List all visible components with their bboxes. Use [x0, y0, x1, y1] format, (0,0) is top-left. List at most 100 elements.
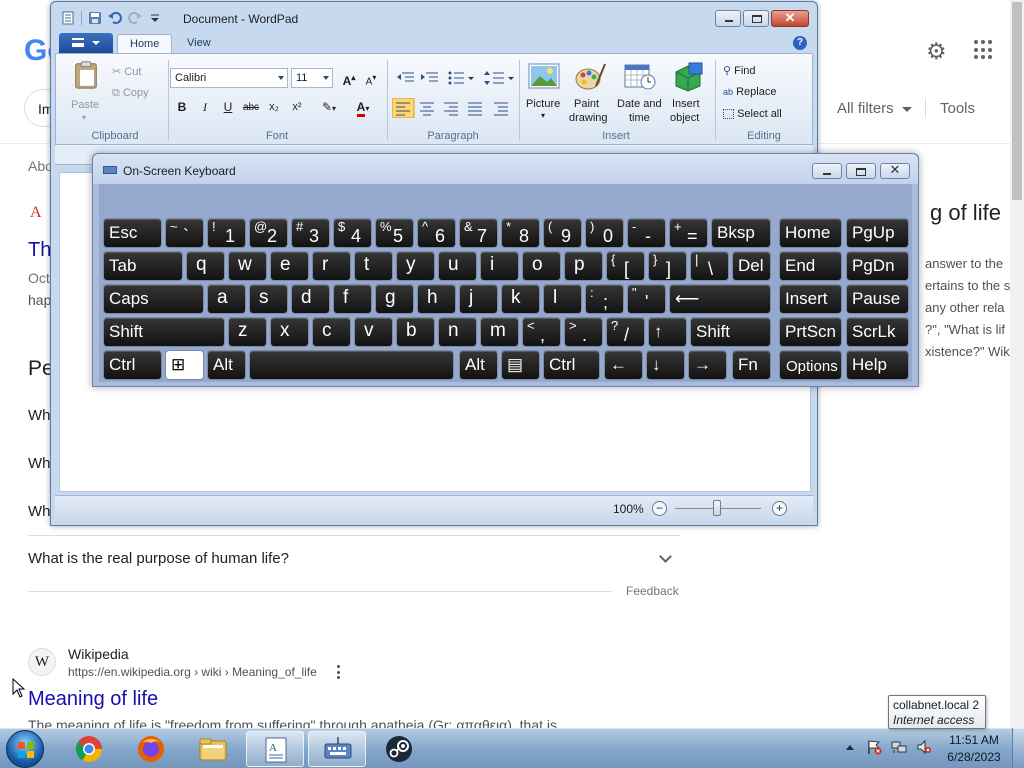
find-button[interactable]: ⚲ Find	[723, 64, 756, 77]
superscript-button[interactable]: x²	[287, 98, 307, 117]
network-icon[interactable]	[891, 739, 907, 755]
key-symbol-0-12[interactable]: --	[627, 218, 666, 248]
key-insert[interactable]: Insert	[779, 284, 842, 314]
key-symbol-2-12[interactable]: ⟵	[669, 284, 771, 314]
feedback-link[interactable]: Feedback	[626, 584, 679, 598]
key-p[interactable]: p	[564, 251, 603, 281]
key-x[interactable]: x	[270, 317, 309, 347]
key-3[interactable]: #3	[291, 218, 330, 248]
result-title-partial[interactable]: Th	[28, 239, 51, 262]
show-desktop-button[interactable]	[1012, 728, 1024, 768]
key-8[interactable]: * 8	[501, 218, 540, 248]
tab-home[interactable]: Home	[117, 34, 173, 54]
redo-icon[interactable]	[128, 11, 142, 25]
zoom-slider-thumb[interactable]	[713, 500, 721, 516]
taskbar-explorer[interactable]	[184, 731, 242, 767]
key-t[interactable]: t	[354, 251, 393, 281]
zoom-in-button[interactable]: +	[772, 501, 787, 516]
osk-titlebar[interactable]: On-Screen Keyboard ✕	[93, 154, 918, 184]
key-symbol-0-1[interactable]: ~ `	[165, 218, 204, 248]
text-color-button[interactable]: A▾	[348, 98, 378, 117]
underline-button[interactable]: U	[218, 98, 238, 117]
key-fn[interactable]: Fn	[732, 350, 771, 380]
minimize-button[interactable]	[715, 10, 741, 27]
start-button[interactable]	[6, 730, 44, 768]
key-caps[interactable]: Caps	[103, 284, 204, 314]
picture-icon[interactable]	[528, 62, 560, 92]
bold-button[interactable]: B	[172, 98, 192, 117]
key-j[interactable]: j	[459, 284, 498, 314]
file-menu-button[interactable]	[59, 33, 113, 53]
paint-drawing-label[interactable]: Paint	[574, 98, 599, 110]
key-alt[interactable]: Alt	[207, 350, 246, 380]
strikethrough-button[interactable]: abc	[241, 98, 261, 117]
taskbar-steam[interactable]	[370, 731, 428, 767]
replace-button[interactable]: ab Replace	[723, 86, 776, 98]
key-tab[interactable]: Tab	[103, 251, 183, 281]
key-scrlk[interactable]: ScrLk	[846, 317, 909, 347]
taskbar-wordpad[interactable]: A	[246, 731, 304, 767]
save-icon[interactable]	[88, 11, 102, 25]
help-icon[interactable]: ?	[793, 36, 807, 50]
key-s[interactable]: s	[249, 284, 288, 314]
apps-grid-icon[interactable]	[974, 40, 994, 60]
insert-object-label[interactable]: Insert	[672, 98, 700, 110]
result-url[interactable]: https://en.wikipedia.org › wiki › Meanin…	[68, 665, 317, 679]
key-k[interactable]: k	[501, 284, 540, 314]
key-d[interactable]: d	[291, 284, 330, 314]
font-family-select[interactable]: Calibri	[170, 68, 288, 88]
key-h[interactable]: h	[417, 284, 456, 314]
undo-icon[interactable]	[108, 11, 122, 25]
result-site-name[interactable]: Wikipedia	[68, 646, 129, 662]
taskbar-chrome[interactable]	[60, 731, 118, 767]
question-partial[interactable]: Wh	[28, 503, 51, 520]
key-q[interactable]: q	[186, 251, 225, 281]
key-g[interactable]: g	[375, 284, 414, 314]
caret-down-icon[interactable]: ▾	[541, 111, 545, 120]
tools-button[interactable]: Tools	[940, 100, 975, 117]
key-0[interactable]: ) 0	[585, 218, 624, 248]
minimize-button[interactable]	[812, 163, 842, 179]
clock-time[interactable]: 11:51 AM	[948, 733, 1000, 747]
paste-icon[interactable]	[70, 60, 102, 90]
key-u[interactable]: u	[438, 251, 477, 281]
more-options-icon[interactable]	[335, 665, 341, 679]
action-center-flag-icon[interactable]	[866, 739, 882, 755]
key-symbol-4-5[interactable]: ▤	[501, 350, 540, 380]
date-time-label[interactable]: Date and	[617, 98, 662, 110]
key-prtscn[interactable]: PrtScn	[779, 317, 842, 347]
question-partial[interactable]: Wh	[28, 455, 51, 472]
highlight-color-button[interactable]: ✎▾	[314, 98, 344, 117]
key-a[interactable]: a	[207, 284, 246, 314]
key-symbol-2-10[interactable]: :;	[585, 284, 624, 314]
key-l[interactable]: l	[543, 284, 582, 314]
date-time-icon[interactable]	[624, 62, 656, 92]
shrink-font-button[interactable]: A▾	[361, 68, 381, 87]
caret-down-icon[interactable]: ▾	[82, 113, 86, 122]
faq-question[interactable]: What is the real purpose of human life?	[28, 550, 289, 567]
key-5[interactable]: % 5	[375, 218, 414, 248]
key-r[interactable]: r	[312, 251, 351, 281]
key-symbol-1-13[interactable]: | \	[690, 251, 729, 281]
key-symbol-3-11[interactable]: ↑	[648, 317, 687, 347]
question-partial[interactable]: Wh	[28, 407, 51, 424]
key-symbol-3-9[interactable]: >.	[564, 317, 603, 347]
key-pause[interactable]: Pause	[846, 284, 909, 314]
show-hidden-icons-button[interactable]	[846, 745, 854, 750]
zoom-out-button[interactable]: −	[652, 501, 667, 516]
gear-icon[interactable]: ⚙	[926, 38, 947, 65]
key-windows[interactable]: ⊞	[165, 350, 204, 380]
copy-button[interactable]: ⧉ Copy	[112, 87, 149, 100]
key-f[interactable]: f	[333, 284, 372, 314]
key-symbol-1-12[interactable]: }]	[648, 251, 687, 281]
key-ctrl[interactable]: Ctrl	[543, 350, 600, 380]
paint-drawing-label-2[interactable]: drawing	[569, 112, 608, 124]
subscript-button[interactable]: x₂	[264, 98, 284, 117]
key-9[interactable]: (9	[543, 218, 582, 248]
key-symbol-3-10[interactable]: ? /	[606, 317, 645, 347]
key-y[interactable]: y	[396, 251, 435, 281]
key-o[interactable]: o	[522, 251, 561, 281]
key-options[interactable]: Options	[779, 350, 842, 380]
cut-button[interactable]: ✂ Cut	[112, 65, 141, 78]
key-pgup[interactable]: PgUp	[846, 218, 909, 248]
